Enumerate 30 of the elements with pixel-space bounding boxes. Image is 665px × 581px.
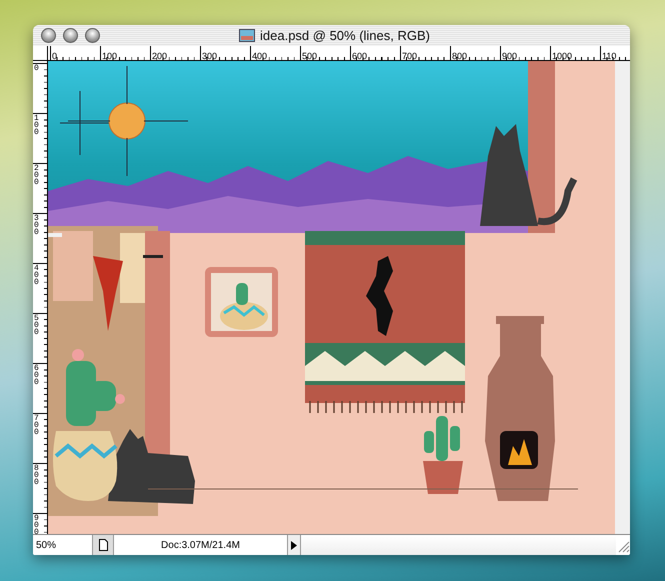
ruler-label: 0 [51, 52, 58, 60]
ruler-label: 700 [401, 52, 418, 60]
document-icon [239, 29, 255, 42]
ruler-label: 900 [501, 52, 518, 60]
ruler-label: 500 [301, 52, 318, 60]
ruler-label: 200 [33, 164, 39, 186]
ruler-label: 300 [201, 52, 218, 60]
ruler-label: 700 [33, 414, 39, 436]
ruler-origin[interactable] [33, 46, 48, 62]
ruler-label: 400 [33, 264, 39, 286]
ruler-label: 900 [33, 514, 39, 534]
ruler-label: 100 [33, 114, 39, 136]
document-icon [98, 539, 108, 552]
triangle-icon [291, 540, 297, 550]
ruler-label: 100 [101, 52, 118, 60]
ruler-label: 110 [601, 52, 616, 60]
minimize-button[interactable] [63, 28, 78, 44]
ruler-label: 200 [151, 52, 168, 60]
ruler-label: 800 [451, 52, 468, 60]
ruler-label: 500 [33, 314, 39, 336]
ruler-label: 600 [33, 364, 39, 386]
zoom-button[interactable] [85, 28, 100, 44]
document-button[interactable] [93, 535, 114, 555]
ruler-label: 0 [33, 64, 39, 72]
ruler-label: 400 [251, 52, 268, 60]
ruler-label: 800 [33, 464, 39, 486]
ruler-label: 300 [33, 214, 39, 236]
close-button[interactable] [41, 28, 56, 44]
status-menu-button[interactable] [288, 535, 301, 555]
window-title: idea.psd @ 50% (lines, RGB) [260, 28, 430, 44]
